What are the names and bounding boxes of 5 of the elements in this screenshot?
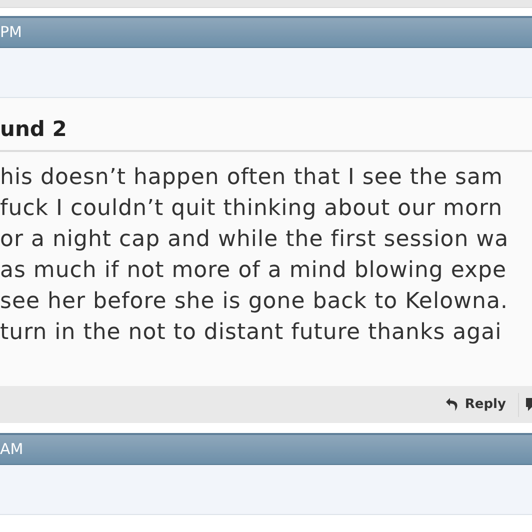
post-text: his doesn’t happen often that I see the sam fuck I couldn’t quit thinking about our morn or a night cap and while the first session wa as much if not more of a mind blowing expe see her before she is gone back to Kelowna. turn in the not to distant future thanks agai bbox=[0, 164, 510, 347]
post-time: PM bbox=[0, 23, 22, 41]
post-title: und 2 bbox=[0, 116, 532, 152]
reply-button[interactable]: Reply bbox=[444, 394, 518, 414]
post-time: AM bbox=[0, 440, 24, 458]
